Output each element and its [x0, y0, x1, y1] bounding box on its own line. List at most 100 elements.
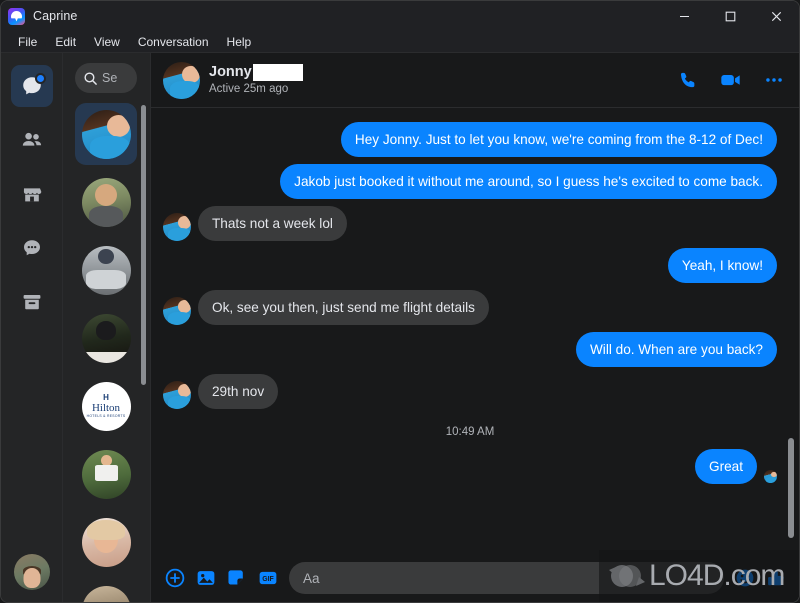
partial-avatar — [81, 585, 131, 602]
menu-edit[interactable]: Edit — [46, 32, 85, 52]
chat-contact-name: Jonny — [209, 63, 252, 80]
message-input[interactable]: Aa — [289, 562, 724, 594]
minimize-button[interactable] — [661, 1, 707, 31]
message-row: 29th nov — [163, 374, 777, 409]
nav-people[interactable] — [11, 119, 53, 161]
list-item[interactable] — [75, 443, 137, 505]
chat-panel: Jonny Active 25m ago Hey Jonny. Just to … — [151, 53, 799, 602]
attach-photo-button[interactable] — [196, 568, 216, 588]
motorbike-avatar — [81, 245, 131, 295]
message-input-placeholder: Aa — [303, 570, 320, 586]
video-call-button[interactable] — [719, 68, 743, 92]
caprine-window: Caprine File Edit View Conversation Help — [0, 0, 800, 603]
title-bar: Caprine — [1, 1, 799, 31]
chat-header: Jonny Active 25m ago — [151, 53, 799, 108]
list-item[interactable] — [75, 171, 137, 233]
emoji-button[interactable] — [735, 568, 755, 588]
message-bubble[interactable]: Yeah, I know! — [667, 248, 777, 283]
seen-receipt-avatar — [764, 470, 777, 483]
runner-avatar — [81, 449, 131, 499]
list-item[interactable] — [75, 239, 137, 301]
window-title: Caprine — [33, 9, 78, 23]
message-row: Will do. When are you back? — [163, 332, 777, 367]
message-list-scrollbar[interactable] — [788, 438, 794, 538]
user-profile-avatar[interactable] — [13, 554, 50, 590]
chat-actions — [678, 68, 785, 92]
message-sender-avatar — [163, 213, 191, 241]
chat-name-row: Jonny — [209, 63, 303, 81]
name-redaction-box — [252, 63, 303, 81]
menu-conversation[interactable]: Conversation — [129, 32, 218, 52]
gif-icon: GIF — [259, 571, 277, 585]
messenger-icon — [8, 7, 25, 25]
message-row: Ok, see you then, just send me flight de… — [163, 290, 777, 325]
conversation-list-scrollbar[interactable] — [141, 105, 146, 385]
message-row: Jakob just booked it without me around, … — [163, 164, 777, 199]
menu-view[interactable]: View — [85, 32, 129, 52]
sticker-icon — [228, 570, 243, 585]
close-button[interactable] — [753, 1, 799, 31]
message-bubble[interactable]: Will do. When are you back? — [575, 332, 777, 367]
message-row: Great — [163, 449, 777, 484]
archive-icon — [23, 295, 40, 310]
message-bubble[interactable]: Thats not a week lol — [198, 206, 347, 241]
list-item[interactable] — [75, 579, 137, 602]
message-timestamp-divider: 10:49 AM — [445, 426, 495, 438]
nav-message-requests[interactable] — [11, 227, 53, 269]
chat-contact-status: Active 25m ago — [209, 82, 289, 95]
open-attachments-button[interactable] — [165, 568, 185, 588]
message-row: Yeah, I know! — [163, 248, 777, 283]
message-bubble[interactable]: Jakob just booked it without me around, … — [280, 164, 777, 199]
message-bubble[interactable]: 29th nov — [198, 374, 279, 409]
search-text: Se — [102, 71, 118, 85]
nav-marketplace[interactable] — [11, 173, 53, 215]
list-item[interactable] — [75, 307, 137, 369]
search-input[interactable]: Se — [75, 63, 137, 93]
menu-help[interactable]: Help — [218, 32, 261, 52]
hilton-mark: H — [103, 392, 109, 402]
message-requests-icon — [23, 240, 40, 256]
marketplace-icon — [23, 188, 41, 202]
message-bubble[interactable]: Great — [695, 449, 757, 484]
list-item[interactable]: H Hilton HOTELS & RESORTS — [75, 375, 137, 437]
emoji-smiley-icon — [736, 569, 754, 587]
video-camera-icon — [721, 75, 740, 86]
phone-call-icon — [680, 72, 695, 87]
nav-chats[interactable] — [10, 65, 53, 107]
nav-archive[interactable] — [11, 281, 53, 323]
jonny-avatar — [81, 109, 131, 159]
thumbs-up-icon — [768, 569, 784, 585]
list-item[interactable] — [75, 511, 137, 573]
voice-call-button[interactable] — [678, 70, 699, 91]
like-button[interactable] — [766, 568, 787, 589]
message-list: Hey Jonny. Just to let you know, we're c… — [151, 108, 799, 554]
conversation-options-button[interactable] — [763, 69, 785, 91]
message-bubble[interactable]: Ok, see you then, just send me flight de… — [198, 290, 489, 325]
svg-text:GIF: GIF — [262, 576, 273, 583]
hilton-name: Hilton — [91, 401, 121, 414]
conversation-items: H Hilton HOTELS & RESORTS — [63, 99, 150, 602]
blonde-woman-avatar — [81, 517, 131, 567]
sticker-button[interactable] — [227, 568, 247, 588]
message-row: Thats not a week lol — [163, 206, 777, 241]
add-plus-icon — [165, 568, 185, 588]
chats-unread-badge — [34, 73, 46, 84]
conversation-list: Se H Hilton HOTELS & RESORTS — [63, 53, 151, 602]
message-sender-avatar — [163, 381, 191, 409]
photo-icon — [197, 571, 215, 585]
chat-contact-avatar[interactable] — [163, 61, 200, 99]
message-row: Hey Jonny. Just to let you know, we're c… — [163, 122, 777, 157]
menu-bar: File Edit View Conversation Help — [1, 31, 799, 53]
hilton-subtitle: HOTELS & RESORTS — [86, 413, 126, 418]
gif-button[interactable]: GIF — [258, 568, 278, 588]
list-item[interactable] — [75, 103, 137, 165]
message-bubble[interactable]: Hey Jonny. Just to let you know, we're c… — [340, 122, 777, 157]
maximize-button[interactable] — [707, 1, 753, 31]
app-body: Se H Hilton HOTELS & RESORTS Jonny Activ… — [1, 53, 799, 602]
menu-file[interactable]: File — [9, 32, 46, 52]
message-composer: GIF Aa LO4D .com — [151, 550, 799, 602]
people-icon — [22, 132, 41, 146]
chat-contact-info: Jonny Active 25m ago — [209, 63, 303, 97]
more-options-icon — [766, 78, 782, 82]
search-area: Se — [63, 53, 150, 99]
